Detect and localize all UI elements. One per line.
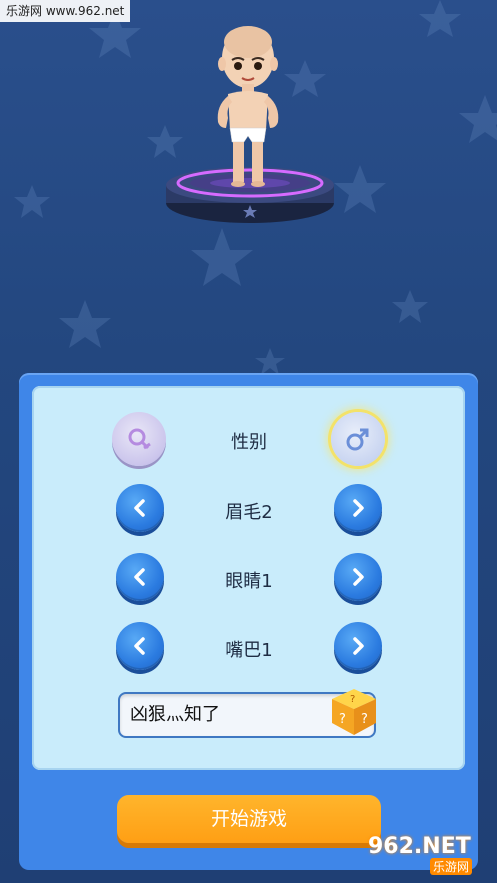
svg-text:?: ?: [350, 694, 355, 705]
chevron-right-icon: [353, 568, 364, 586]
eyebrow-label: 眉毛2: [225, 502, 273, 523]
chevron-right-icon: [353, 637, 364, 655]
male-gender-icon: [346, 428, 369, 451]
chevron-left-icon: [134, 637, 145, 655]
random-name-button[interactable]: ? ? ?: [330, 687, 378, 737]
character-creation-screen: 乐游网 www.962.net 性别 眉毛2 眼睛1 嘴巴1 凶狠灬知了 ? ?…: [0, 0, 497, 883]
watermark-bottom: 962.NET 乐游网: [358, 832, 495, 878]
watermark-brand: 962.NET: [368, 834, 471, 859]
eyes-next-button[interactable]: [334, 553, 382, 601]
eyebrow-prev-button[interactable]: [116, 484, 164, 532]
start-game-button[interactable]: 开始游戏: [117, 795, 381, 843]
male-gender-button[interactable]: [331, 412, 385, 466]
eyebrow-next-button[interactable]: [334, 484, 382, 532]
eyes-label: 眼睛1: [225, 571, 273, 592]
mouth-next-button[interactable]: [334, 622, 382, 670]
svg-text:?: ?: [361, 712, 368, 727]
mouth-prev-button[interactable]: [116, 622, 164, 670]
gender-label: 性别: [231, 432, 267, 453]
chevron-right-icon: [353, 499, 364, 517]
watermark-top: 乐游网 www.962.net: [0, 0, 131, 22]
chevron-left-icon: [134, 568, 145, 586]
female-gender-icon: [128, 428, 151, 450]
female-gender-button[interactable]: [112, 412, 166, 466]
svg-text:?: ?: [339, 712, 346, 727]
character-avatar: [217, 26, 279, 187]
chevron-left-icon: [134, 499, 145, 517]
watermark-sub: 乐游网: [430, 858, 473, 875]
mouth-label: 嘴巴1: [225, 640, 273, 661]
dice-icon: ? ? ?: [332, 689, 376, 735]
eyes-prev-button[interactable]: [116, 553, 164, 601]
